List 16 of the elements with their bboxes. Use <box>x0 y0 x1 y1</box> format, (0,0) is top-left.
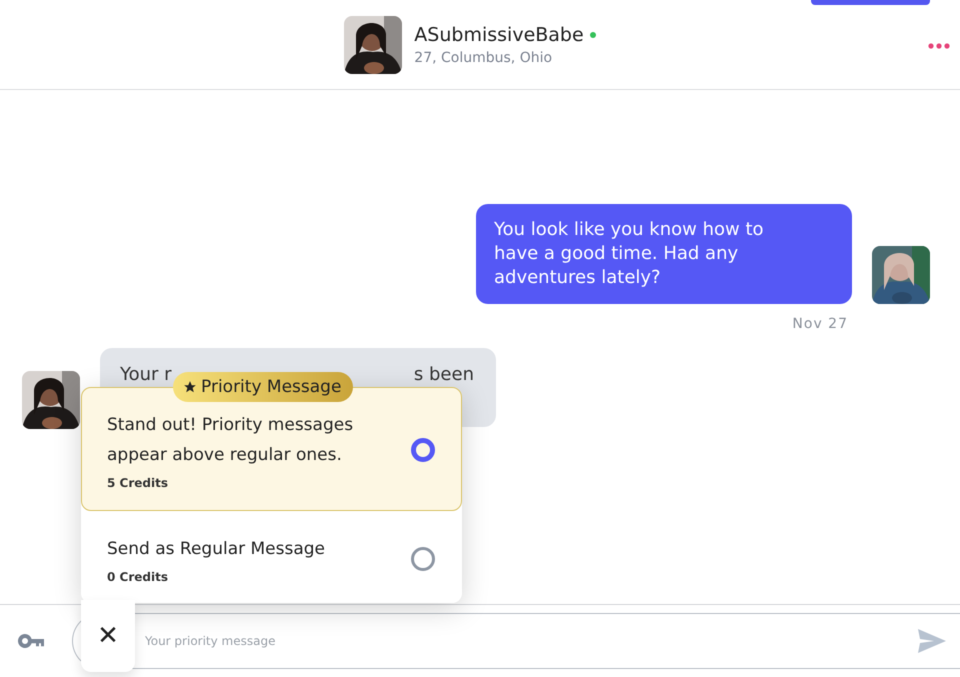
star-icon <box>183 380 197 394</box>
profile-details: 27, Columbus, Ohio <box>414 50 554 66</box>
close-button[interactable]: ✕ <box>81 600 135 672</box>
option-title: Stand out! Priority messages appear above regular ones. <box>107 414 354 467</box>
sent-message-bubble: You look like you know how to have a good time. Had any adventures lately? <box>476 204 852 304</box>
message-date: Nov 27 <box>792 316 848 332</box>
more-options-icon[interactable] <box>928 43 950 49</box>
option-credits: 5 Credits <box>107 476 169 490</box>
option-title: Send as Regular Message <box>107 538 326 561</box>
key-icon[interactable] <box>18 634 46 648</box>
radio-button[interactable] <box>411 547 435 571</box>
profile-name: ASubmissiveBabe <box>414 24 584 46</box>
message-text: Your r <box>120 364 172 386</box>
option-credits: 0 Credits <box>107 570 169 584</box>
message-text: s been <box>414 364 474 386</box>
radio-button[interactable] <box>411 438 435 462</box>
